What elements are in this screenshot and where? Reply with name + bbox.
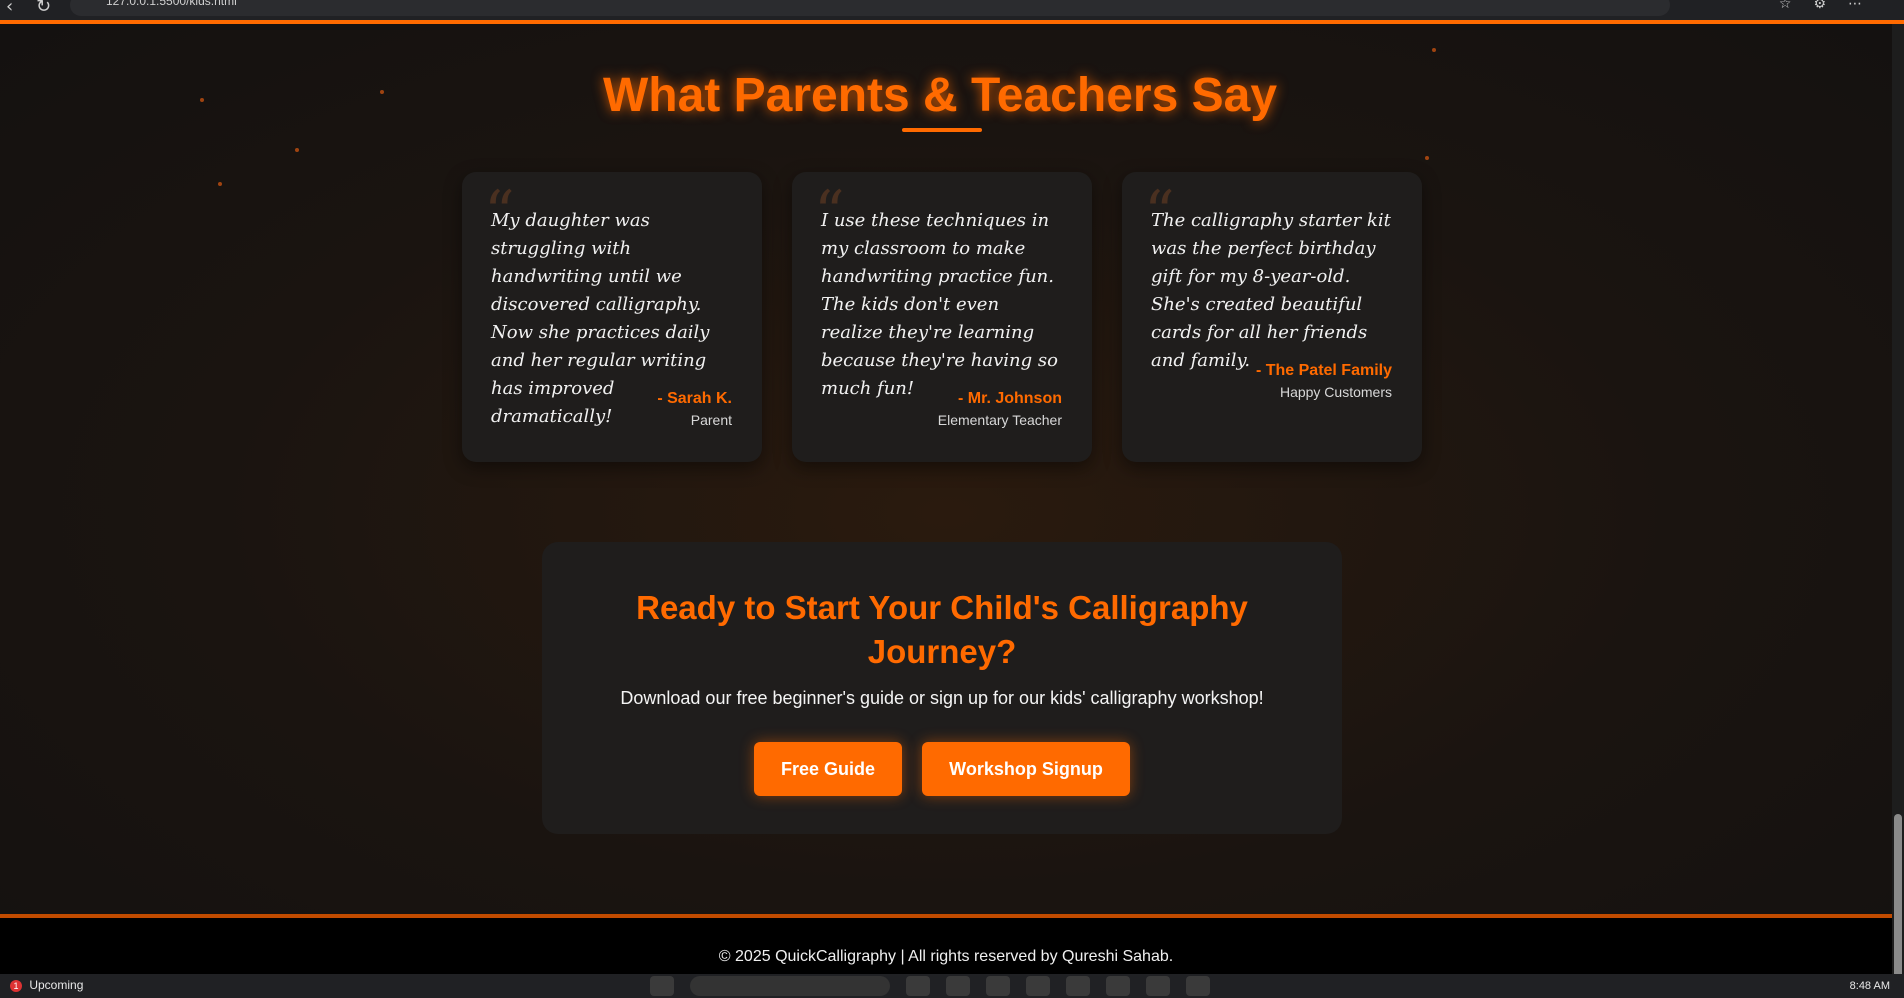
browser-action-icons[interactable]: ☆⚙⋯ <box>1779 0 1884 12</box>
workshop-signup-button[interactable]: Workshop Signup <box>922 742 1130 796</box>
browser-toolbar: ‹ ↻ 127.0.0.1:5500/kids.html ☆⚙⋯ <box>0 0 1904 24</box>
taskbar-app-icon[interactable] <box>906 976 930 996</box>
testimonial-role: Elementary Teacher <box>937 412 1062 428</box>
testimonial-quote: The calligraphy starter kit was the perf… <box>1151 210 1391 371</box>
taskbar-search[interactable] <box>690 976 890 996</box>
clock[interactable]: 8:48 AM <box>1850 980 1890 992</box>
testimonial-card: “ I use these techniques in my classroom… <box>792 172 1092 462</box>
notification-badge: 1 <box>10 980 22 992</box>
reload-icon[interactable]: ↻ <box>36 0 51 17</box>
url-text[interactable]: 127.0.0.1:5500/kids.html <box>106 0 237 8</box>
taskbar-app-icon[interactable] <box>1066 976 1090 996</box>
scrollbar[interactable] <box>1892 24 1904 979</box>
taskbar-app-icon[interactable] <box>1186 976 1210 996</box>
taskbar-widget[interactable]: 1 Upcoming <box>10 978 83 992</box>
testimonial-author: - The Patel Family <box>1255 362 1392 379</box>
testimonials-title: What Parents & Teachers Say <box>602 69 1278 122</box>
cta-title: Ready to Start Your Child's Calligraphy … <box>636 589 1248 670</box>
cta-text: Download our free beginner's guide or si… <box>620 688 1264 708</box>
free-guide-button[interactable]: Free Guide <box>754 742 902 796</box>
footer-copyright: © 2025 QuickCalligraphy | All rights res… <box>718 948 1174 965</box>
address-bar[interactable]: 127.0.0.1:5500/kids.html <box>70 0 1670 16</box>
browser-icon[interactable] <box>1026 976 1050 996</box>
taskbar-app-icon[interactable] <box>946 976 970 996</box>
scrollbar-thumb[interactable] <box>1894 814 1902 979</box>
testimonial-role: Parent <box>690 412 732 428</box>
testimonial-quote: I use these techniques in my classroom t… <box>821 210 1058 399</box>
folder-icon[interactable] <box>986 976 1010 996</box>
title-underline <box>902 128 982 132</box>
windows-start-icon[interactable] <box>650 976 674 996</box>
footer: © 2025 QuickCalligraphy | All rights res… <box>0 914 1892 978</box>
vscode-icon[interactable] <box>1146 976 1170 996</box>
testimonial-card: “ The calligraphy starter kit was the pe… <box>1122 172 1422 462</box>
taskbar-apps <box>650 976 1210 996</box>
widget-label: Upcoming <box>29 978 84 992</box>
back-icon[interactable]: ‹ <box>6 0 13 17</box>
cta-panel: Ready to Start Your Child's Calligraphy … <box>542 542 1342 834</box>
taskbar-app-icon[interactable] <box>1106 976 1130 996</box>
testimonial-author: - Sarah K. <box>657 390 732 407</box>
page-content: What Parents & Teachers Say “ My daughte… <box>0 24 1892 914</box>
taskbar: 1 Upcoming 8:48 AM <box>0 974 1904 998</box>
testimonial-role: Happy Customers <box>1279 384 1392 400</box>
testimonial-author: - Mr. Johnson <box>958 390 1062 407</box>
testimonial-card: “ My daughter was struggling with handwr… <box>462 172 762 462</box>
